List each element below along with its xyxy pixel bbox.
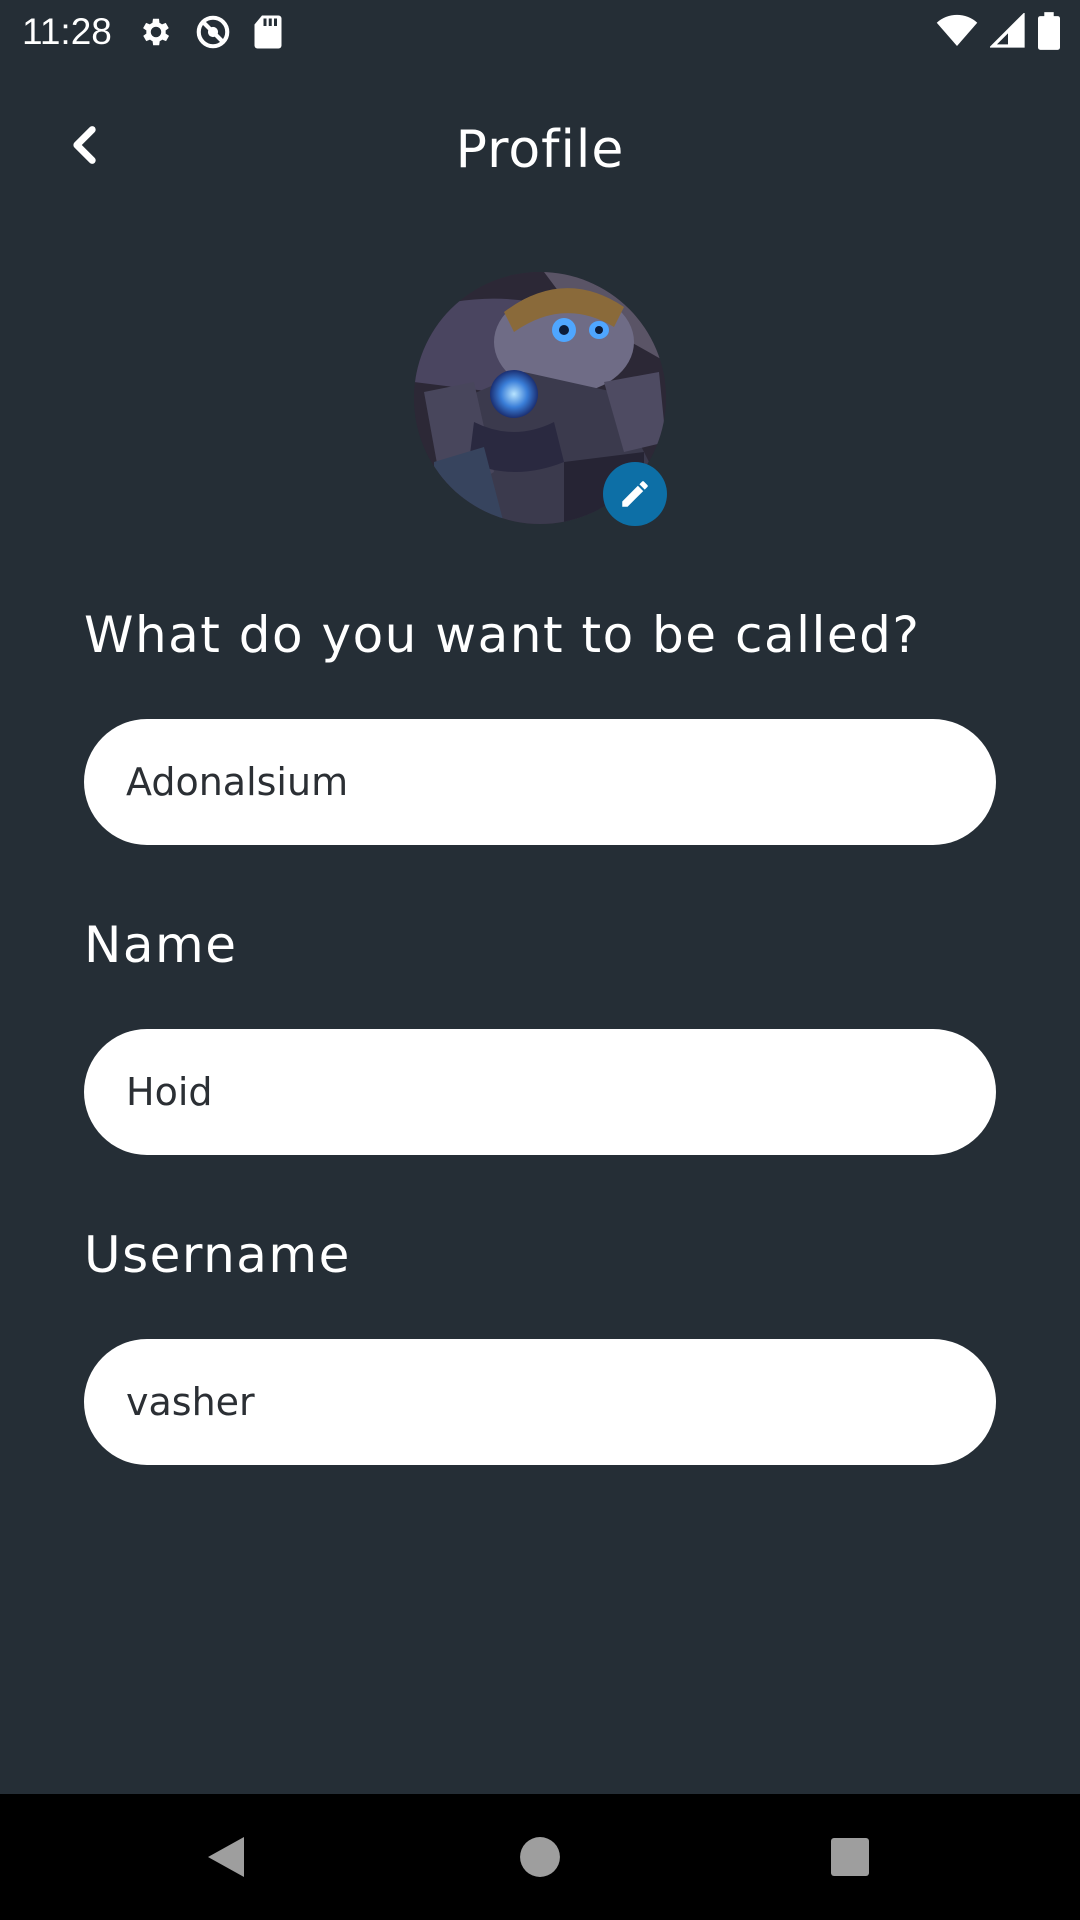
header: Profile	[0, 100, 1080, 210]
page-title: Profile	[455, 120, 625, 180]
recents-square-icon	[830, 1837, 870, 1877]
nickname-label: What do you want to be called?	[84, 606, 921, 664]
back-triangle-icon	[204, 1833, 248, 1881]
do-not-disturb-icon	[194, 13, 232, 51]
wifi-icon	[936, 13, 978, 49]
edit-avatar-button[interactable]	[603, 462, 667, 526]
home-circle-icon	[519, 1836, 561, 1878]
username-label: Username	[84, 1226, 351, 1284]
sd-card-icon	[252, 14, 284, 50]
nav-back-button[interactable]	[156, 1794, 296, 1920]
battery-icon	[1038, 12, 1060, 50]
status-left-icons	[138, 13, 284, 51]
name-input[interactable]	[84, 1029, 996, 1155]
status-time: 11:28	[22, 11, 112, 52]
signal-icon	[990, 13, 1026, 49]
name-label: Name	[84, 916, 238, 974]
pencil-icon	[618, 477, 652, 511]
nav-recents-button[interactable]	[780, 1794, 920, 1920]
status-bar: 11:28	[0, 0, 1080, 64]
nav-home-button[interactable]	[470, 1794, 610, 1920]
nickname-input[interactable]	[84, 719, 996, 845]
username-input[interactable]	[84, 1339, 996, 1465]
avatar-container	[414, 272, 668, 526]
navigation-bar	[0, 1794, 1080, 1920]
status-right-icons	[936, 12, 1060, 50]
settings-icon	[138, 14, 174, 50]
